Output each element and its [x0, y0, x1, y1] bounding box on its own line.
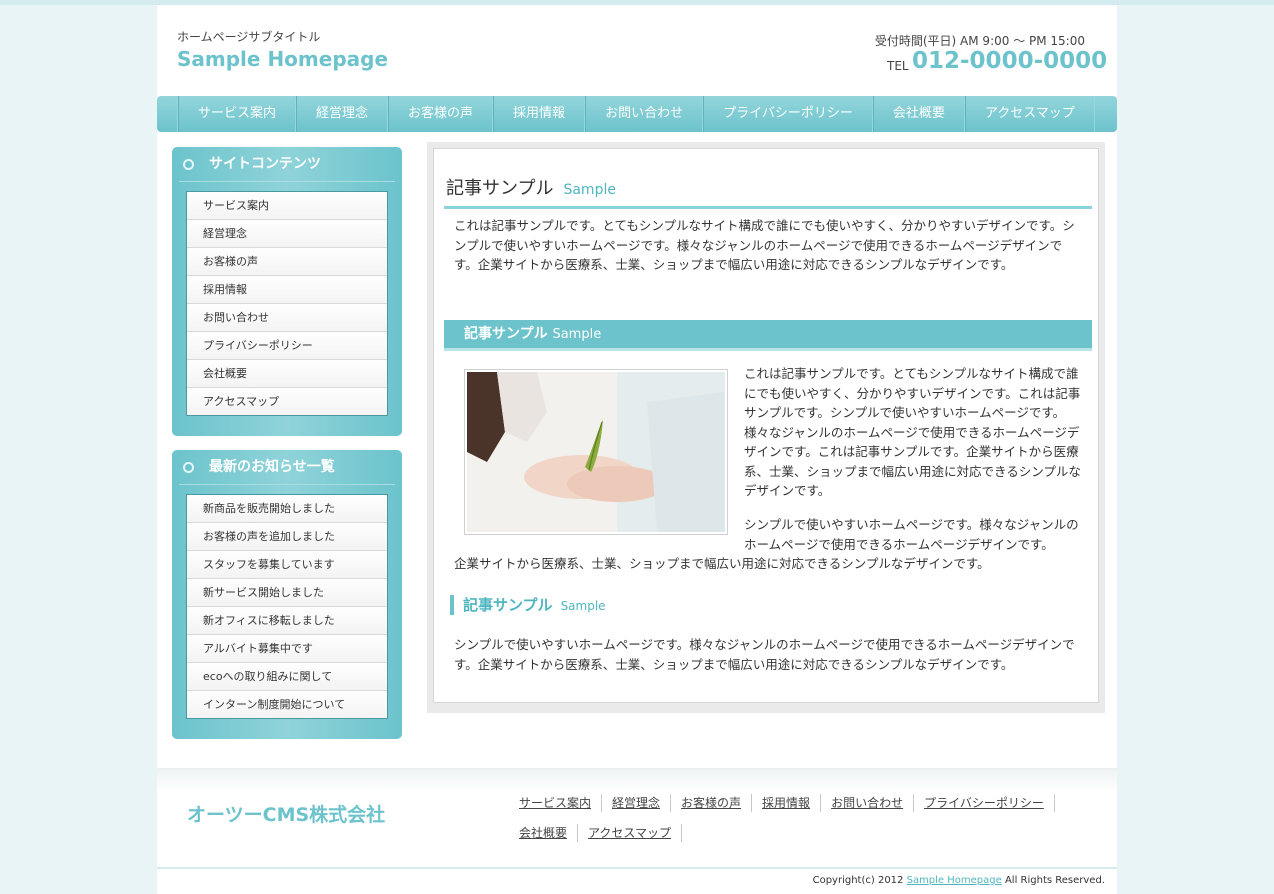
tel-number: 012-0000-0000 — [912, 48, 1108, 74]
page-container: ホームページサブタイトル Sample Homepage 受付時間(平日) AM… — [157, 5, 1117, 894]
sidebar-news-title: 最新のお知らせ一覧 — [209, 459, 335, 475]
article-paragraph-3-tail: 企業サイトから医療系、士業、ショップまで幅広い用途に対応できるシンプルなデザイン… — [454, 556, 990, 571]
news-item[interactable]: スタッフを募集しています — [187, 551, 387, 579]
sidebar-news-box: 最新のお知らせ一覧 新商品を販売開始しました お客様の声を追加しました スタッフ… — [172, 450, 402, 739]
sidebar-contents-heading: サイトコンテンツ — [179, 147, 395, 182]
news-item[interactable]: インターン制度開始について — [187, 691, 387, 718]
news-item[interactable]: ecoへの取り組みに関して — [187, 663, 387, 691]
sidebar-item-privacy[interactable]: プライバシーポリシー — [187, 332, 387, 360]
nav-item-access[interactable]: アクセスマップ — [964, 96, 1095, 132]
sidebar-news-heading: 最新のお知らせ一覧 — [179, 450, 395, 485]
company-name: オーツーCMS株式会社 — [187, 804, 386, 826]
main-content-frame: 記事サンプル Sample これは記事サンプルです。とてもシンプルなサイト構成で誰… — [427, 142, 1105, 713]
news-item[interactable]: お客様の声を追加しました — [187, 523, 387, 551]
footer-links: サービス案内 経営理念 お客様の声 採用情報 お問い合わせ プライバシーポリシー会社概要ア… — [509, 792, 1069, 852]
subsection-heading: 記事サンプル Sample — [450, 595, 606, 615]
footer-link-company[interactable]: 会社概要 — [509, 824, 579, 842]
sidebar-item-philosophy[interactable]: 経営理念 — [187, 220, 387, 248]
global-nav: サービス案内 経営理念 お客様の声 採用情報 お問い合わせ プライバシーポリシー… — [157, 96, 1117, 132]
nav-spacer — [157, 96, 178, 132]
sidebar-item-testimonials[interactable]: お客様の声 — [187, 248, 387, 276]
business-hours: 受付時間(平日) AM 9:00 〜 PM 15:00 — [874, 34, 1085, 48]
subsection-heading-text: 記事サンプル — [463, 596, 553, 614]
nav-item-service[interactable]: サービス案内 — [178, 96, 297, 132]
footer: オーツーCMS株式会社 サービス案内 経営理念 お客様の声 採用情報 お問い合わせ プライ… — [157, 768, 1117, 874]
sidebar-item-company[interactable]: 会社概要 — [187, 360, 387, 388]
news-item[interactable]: 新商品を販売開始しました — [187, 495, 387, 523]
nav-item-recruit[interactable]: 採用情報 — [493, 96, 586, 132]
section-heading: 記事サンプル Sample — [444, 320, 1092, 351]
footer-link-testimonials[interactable]: お客様の声 — [671, 794, 753, 812]
sidebar-item-recruit[interactable]: 採用情報 — [187, 276, 387, 304]
copyright-site-link[interactable]: Sample Homepage — [907, 875, 1002, 886]
sidebar-item-service[interactable]: サービス案内 — [187, 192, 387, 220]
sidebar-contents-title: サイトコンテンツ — [209, 156, 321, 172]
footer-link-contact[interactable]: お問い合わせ — [821, 794, 915, 812]
copyright: Copyright(c) 2012 Sample Homepage All Ri… — [813, 875, 1105, 886]
hands-with-leaf-image — [467, 372, 725, 532]
photo-illustration — [467, 372, 725, 532]
sidebox-footer — [172, 416, 402, 436]
footer-link-philosophy[interactable]: 経営理念 — [602, 794, 672, 812]
nav-item-contact[interactable]: お問い合わせ — [585, 96, 704, 132]
footer-link-access[interactable]: アクセスマップ — [578, 824, 683, 842]
sidebar-contents-box: サイトコンテンツ サービス案内 経営理念 お客様の声 採用情報 お問い合わせ プ… — [172, 147, 402, 436]
nav-item-philosophy[interactable]: 経営理念 — [296, 96, 389, 132]
heading-underline — [444, 206, 1092, 209]
sidebar-item-access[interactable]: アクセスマップ — [187, 388, 387, 415]
nav-item-privacy[interactable]: プライバシーポリシー — [703, 96, 873, 132]
main-content: 記事サンプル Sample これは記事サンプルです。とてもシンプルなサイト構成で誰… — [433, 148, 1099, 703]
copyright-suffix: All Rights Reserved. — [1004, 875, 1105, 886]
news-item[interactable]: 新オフィスに移転しました — [187, 607, 387, 635]
news-item[interactable]: アルバイト募集中です — [187, 635, 387, 663]
sidebar-news-list: 新商品を販売開始しました お客様の声を追加しました スタッフを募集しています 新… — [186, 494, 388, 719]
footer-link-service[interactable]: サービス案内 — [509, 794, 603, 812]
article-heading-en: Sample — [563, 182, 616, 198]
circle-bullet-icon — [183, 159, 194, 170]
sidebox-footer — [172, 719, 402, 739]
copyright-prefix: Copyright(c) 2012 — [812, 875, 904, 886]
section-heading-en: Sample — [552, 327, 602, 342]
footer-link-privacy[interactable]: プライバシーポリシー — [914, 794, 1055, 812]
news-item[interactable]: 新サービス開始しました — [187, 579, 387, 607]
nav-item-company[interactable]: 会社概要 — [872, 96, 965, 132]
article-paragraph-1: これは記事サンプルです。とてもシンプルなサイト構成で誰にでも使いやすく、分かりや… — [454, 218, 1075, 272]
article-photo — [464, 369, 728, 535]
section-heading-text: 記事サンプル — [464, 326, 548, 342]
article-paragraph-4: シンプルで使いやすいホームページです。様々なジャンルのホームページで使用できるホ… — [454, 637, 1075, 672]
circle-bullet-icon — [183, 462, 194, 473]
subsection-heading-en: Sample — [560, 599, 606, 613]
tel-label: TEL — [887, 59, 909, 73]
article-paragraph-2: これは記事サンプルです。とてもシンプルなサイト構成で誰にでも使いやすく、分かりや… — [744, 366, 1081, 498]
article-heading: 記事サンプル Sample — [446, 174, 616, 200]
nav-item-testimonials[interactable]: お客様の声 — [388, 96, 494, 132]
article-paragraph-3: シンプルで使いやすいホームページです。様々なジャンルのホームページで使用できるホ… — [744, 517, 1079, 552]
article-heading-text: 記事サンプル — [446, 178, 554, 199]
footer-bottom-bar: Copyright(c) 2012 Sample Homepage All Ri… — [157, 867, 1117, 894]
sidebar-item-contact[interactable]: お問い合わせ — [187, 304, 387, 332]
sidebar-contents-list: サービス案内 経営理念 お客様の声 採用情報 お問い合わせ プライバシーポリシー… — [186, 191, 388, 416]
footer-link-recruit[interactable]: 採用情報 — [752, 794, 822, 812]
site-subtitle: ホームページサブタイトル — [177, 30, 321, 44]
site-title-link[interactable]: Sample Homepage — [177, 47, 388, 71]
